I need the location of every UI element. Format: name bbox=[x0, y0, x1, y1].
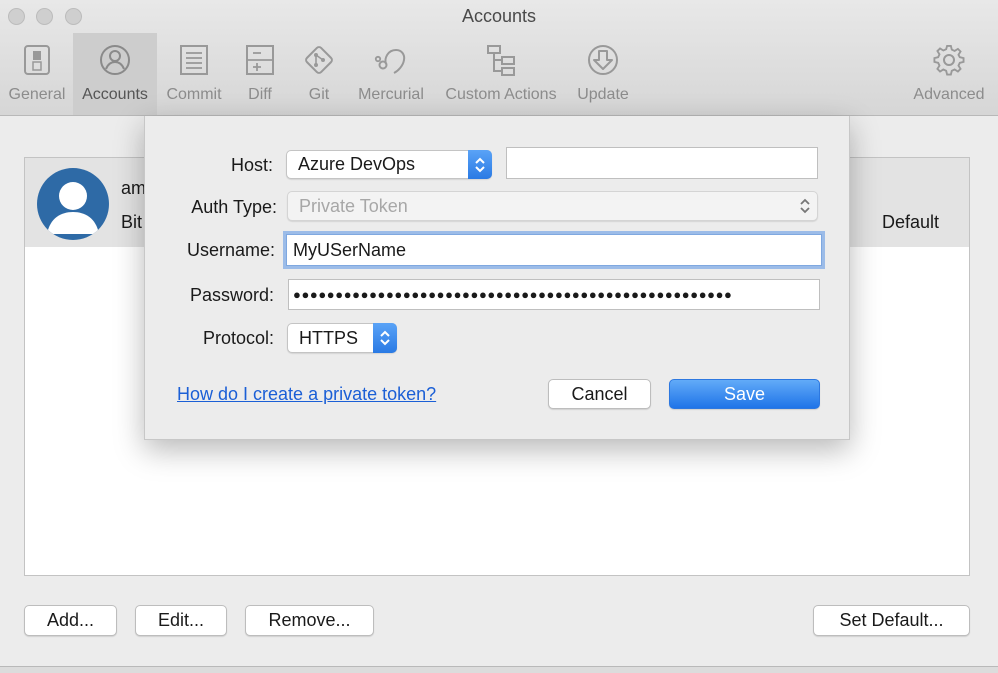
tab-diff[interactable]: Diff bbox=[233, 33, 287, 115]
download-circle-icon bbox=[587, 43, 619, 77]
protocol-value: HTTPS bbox=[299, 327, 359, 348]
tab-git-label: Git bbox=[308, 86, 330, 103]
save-button[interactable]: Save bbox=[669, 379, 820, 409]
tab-mercurial[interactable]: Mercurial bbox=[352, 33, 430, 115]
title-toolbar: Accounts General Accounts Commit Diff Gi… bbox=[0, 0, 998, 116]
tab-mercurial-label: Mercurial bbox=[358, 86, 424, 103]
auth-type-label: Auth Type: bbox=[191, 197, 277, 217]
tab-general[interactable]: General bbox=[2, 33, 72, 115]
username-label: Username: bbox=[186, 240, 275, 260]
git-icon bbox=[303, 43, 335, 77]
document-lines-icon bbox=[179, 43, 209, 77]
account-edit-sheet: Host: Azure DevOps Auth Type: Private To… bbox=[144, 116, 850, 440]
tab-custom-actions[interactable]: Custom Actions bbox=[438, 33, 564, 115]
tab-accounts[interactable]: Accounts bbox=[73, 33, 157, 115]
toggle-switch-icon bbox=[22, 43, 52, 77]
gear-icon bbox=[933, 43, 965, 77]
tab-diff-label: Diff bbox=[248, 86, 272, 103]
password-field[interactable]: ●●●●●●●●●●●●●●●●●●●●●●●●●●●●●●●●●●●●●●●●… bbox=[288, 279, 820, 310]
tab-custom-actions-label: Custom Actions bbox=[445, 86, 557, 103]
tab-update-label: Update bbox=[577, 86, 629, 103]
host-url-field[interactable] bbox=[506, 147, 818, 179]
tab-general-label: General bbox=[8, 86, 66, 103]
tab-update[interactable]: Update bbox=[571, 33, 635, 115]
remove-account-button[interactable]: Remove... bbox=[245, 605, 374, 636]
window-title: Accounts bbox=[461, 6, 537, 26]
diff-icon bbox=[245, 43, 275, 77]
auth-type-popup[interactable]: Private Token bbox=[287, 191, 818, 221]
mercurial-icon bbox=[374, 43, 408, 77]
set-default-button[interactable]: Set Default... bbox=[813, 605, 970, 636]
user-silhouette-icon bbox=[47, 182, 99, 234]
tab-commit[interactable]: Commit bbox=[160, 33, 228, 115]
auth-type-value: Private Token bbox=[299, 195, 408, 216]
account-default-badge: Default bbox=[881, 212, 939, 232]
add-account-button[interactable]: Add... bbox=[24, 605, 117, 636]
private-token-help-link[interactable]: How do I create a private token? bbox=[177, 384, 436, 405]
chevron-updown-icon bbox=[468, 150, 492, 179]
edit-account-button[interactable]: Edit... bbox=[135, 605, 227, 636]
tab-advanced[interactable]: Advanced bbox=[906, 33, 992, 115]
account-name: am bbox=[121, 178, 147, 198]
tab-advanced-label: Advanced bbox=[913, 86, 985, 103]
tab-accounts-label: Accounts bbox=[82, 86, 148, 103]
user-circle-icon bbox=[99, 43, 131, 77]
username-field[interactable]: MyUSerName bbox=[286, 234, 822, 266]
protocol-label: Protocol: bbox=[202, 328, 274, 348]
password-label: Password: bbox=[189, 285, 274, 305]
hierarchy-icon bbox=[485, 43, 517, 77]
avatar bbox=[37, 168, 109, 240]
tab-git[interactable]: Git bbox=[295, 33, 343, 115]
cancel-button[interactable]: Cancel bbox=[548, 379, 651, 409]
host-popup-value: Azure DevOps bbox=[298, 154, 416, 174]
host-label: Host: bbox=[230, 155, 273, 175]
protocol-popup[interactable]: HTTPS bbox=[287, 323, 397, 353]
chevron-updown-icon bbox=[799, 196, 811, 221]
tab-commit-label: Commit bbox=[166, 86, 222, 103]
host-popup[interactable]: Azure DevOps bbox=[286, 150, 492, 179]
chevron-updown-icon bbox=[373, 323, 397, 353]
